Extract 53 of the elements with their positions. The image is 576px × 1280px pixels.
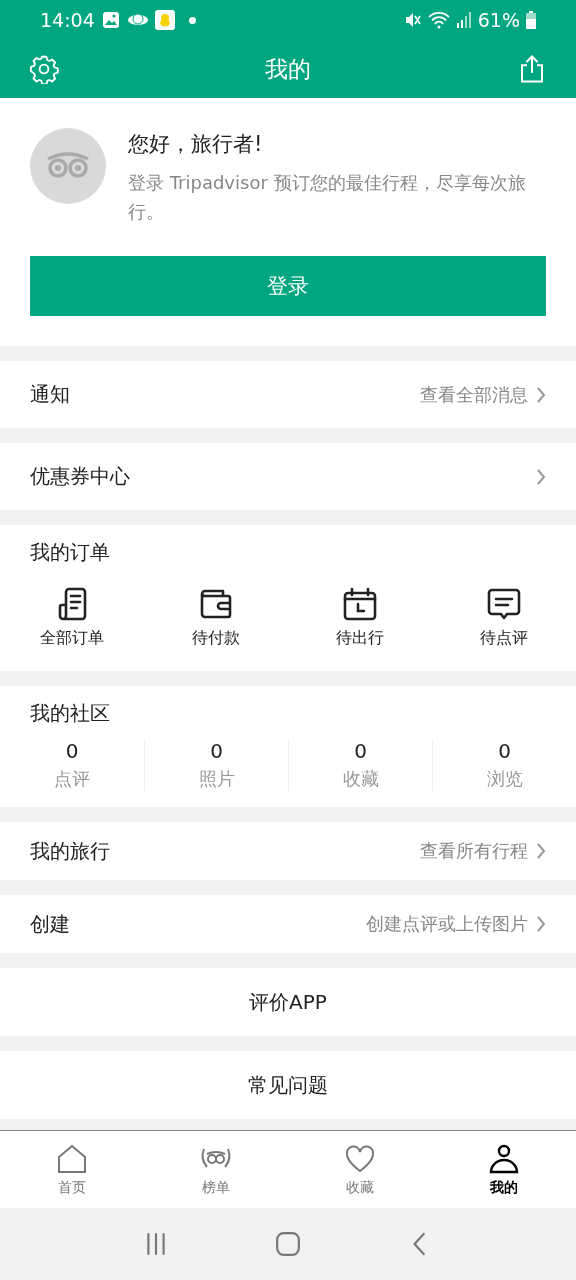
- stat-count: 0: [498, 739, 511, 763]
- order-filter-button[interactable]: 全部订单: [0, 586, 144, 649]
- calendar-clock-icon: [342, 586, 378, 622]
- comment-icon: [486, 586, 522, 622]
- row-link[interactable]: 查看全部消息: [420, 382, 528, 407]
- row-label: 创建: [30, 910, 71, 938]
- gallery-icon: [100, 10, 121, 30]
- notification-dot: [188, 16, 196, 24]
- home-icon: [56, 1142, 88, 1175]
- stat-label: 收藏: [342, 767, 379, 791]
- tab-item[interactable]: 首页: [0, 1131, 144, 1208]
- chevron-right-icon: [536, 468, 546, 485]
- stat-count: 0: [65, 739, 79, 763]
- stat-count: 0: [210, 739, 223, 763]
- heart-icon: [344, 1142, 376, 1175]
- row-link[interactable]: 创建点评或上传图片: [366, 912, 528, 936]
- mute-icon: [403, 11, 422, 29]
- order-filter-button[interactable]: 待付款: [144, 586, 288, 649]
- battery-icon: [526, 11, 536, 29]
- row-label: 通知: [30, 381, 71, 408]
- signal-icon: [455, 11, 472, 29]
- stat-label: 点评: [54, 767, 90, 791]
- tab-item[interactable]: 收藏: [288, 1131, 432, 1208]
- chevron-right-icon: [536, 386, 546, 403]
- coupon-center-row[interactable]: 优惠券中心: [0, 443, 576, 510]
- chevron-right-icon: [536, 843, 546, 859]
- order-filter-button[interactable]: 待点评: [432, 586, 576, 649]
- greeting-text: 您好，旅行者!: [128, 131, 264, 158]
- faq-button[interactable]: 常见问题: [0, 1051, 576, 1119]
- wifi-icon: [427, 11, 450, 29]
- battery-percent: 61%: [477, 9, 520, 31]
- login-prompt-text: 登录 Tripadvisor 预订您的最佳行程，尽享每次旅行。: [128, 171, 527, 224]
- chevron-right-icon: [536, 916, 546, 932]
- person-icon: [488, 1142, 520, 1175]
- rate-app-button[interactable]: 评价APP: [0, 968, 576, 1036]
- notifications-row[interactable]: 通知 查看全部消息: [0, 361, 576, 428]
- row-label: 我的旅行: [30, 837, 111, 865]
- row-link[interactable]: 查看所有行程: [420, 839, 528, 863]
- stat-label: 浏览: [486, 767, 523, 791]
- create-row[interactable]: 创建 创建点评或上传图片: [0, 895, 576, 953]
- row-label: 优惠券中心: [30, 463, 131, 490]
- stat-label: 照片: [198, 767, 235, 791]
- tab-item[interactable]: 榜单: [144, 1131, 288, 1208]
- my-trips-row[interactable]: 我的旅行 查看所有行程: [0, 822, 576, 880]
- home-button-icon[interactable]: [275, 1231, 301, 1257]
- order-filter-button[interactable]: 待出行: [288, 586, 432, 649]
- section-title: 我的社区: [29, 700, 111, 727]
- settings-icon[interactable]: [29, 54, 59, 84]
- section-title: 我的订单: [29, 539, 111, 566]
- status-time: 14:04: [40, 9, 95, 31]
- stat-count: 0: [354, 739, 367, 763]
- tab-item[interactable]: 我的: [432, 1131, 576, 1208]
- page-title: 我的: [265, 54, 311, 84]
